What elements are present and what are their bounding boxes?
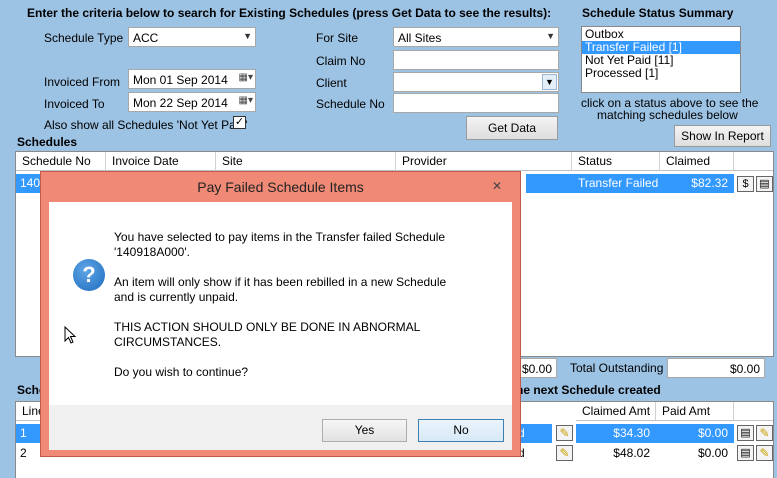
total-outstanding-value: $0.00 — [667, 358, 765, 378]
col-site[interactable]: Site — [216, 152, 396, 171]
chevron-down-icon[interactable]: ▼ — [542, 74, 557, 90]
schedule-type-label: Schedule Type — [44, 31, 124, 45]
claim-no-input[interactable] — [393, 50, 559, 70]
total-outstanding-label: Total Outstanding — [570, 361, 664, 375]
col-status[interactable]: Status — [572, 152, 660, 171]
dialog-message-line2: '140918A000'. — [114, 245, 190, 259]
line-row-2-claimed[interactable]: $48.02 — [576, 444, 656, 463]
chevron-down-icon: ▼ — [546, 31, 555, 41]
invoiced-to-label: Invoiced To — [44, 97, 105, 111]
print-icon[interactable]: ▤ — [756, 176, 773, 192]
dialog-message-line5: THIS ACTION SHOULD ONLY BE DONE IN ABNOR… — [114, 320, 421, 334]
schedule-row-claimed[interactable]: $82.32 — [660, 174, 734, 193]
col-provider[interactable]: Provider — [396, 152, 572, 171]
status-listbox[interactable]: Outbox Transfer Failed [1] Not Yet Paid … — [581, 26, 741, 93]
invoiced-from-label: Invoiced From — [44, 75, 121, 89]
for-site-select[interactable]: All Sites ▼ — [393, 27, 559, 47]
calendar-icon[interactable]: ▦▾ — [239, 72, 253, 83]
invoiced-from-date[interactable]: Mon 01 Sep 2014 ▦▾ — [128, 69, 256, 89]
col-actions — [734, 152, 773, 171]
not-yet-paid-checkbox[interactable]: ✓ — [233, 116, 246, 129]
col-line-actions — [734, 402, 773, 421]
for-site-value: All Sites — [398, 31, 442, 45]
line-row-2-paid[interactable]: $0.00 — [656, 444, 734, 463]
invoiced-from-value: Mon 01 Sep 2014 — [133, 73, 228, 87]
col-schedule-no[interactable]: Schedule No — [16, 152, 106, 171]
schedule-type-value: ACC — [133, 31, 159, 45]
client-label: Client — [316, 76, 347, 90]
invoiced-to-date[interactable]: Mon 22 Sep 2014 ▦▾ — [128, 92, 256, 112]
not-yet-paid-label: Also show all Schedules 'Not Yet Paid' — [44, 118, 248, 132]
schedule-no-input[interactable] — [393, 93, 559, 113]
claim-no-label: Claim No — [316, 54, 366, 68]
search-heading: Enter the criteria below to search for E… — [27, 6, 552, 20]
dialog-message-line1: You have selected to pay items in the Tr… — [114, 230, 446, 244]
status-item-processed[interactable]: Processed [1] — [582, 67, 740, 80]
no-button[interactable]: No — [418, 419, 504, 442]
schedule-no-label: Schedule No — [316, 97, 385, 111]
question-icon: ? — [73, 259, 105, 291]
schedule-type-select[interactable]: ACC ▼ — [128, 27, 256, 47]
edit-pencil-icon[interactable]: ✎ — [556, 425, 573, 441]
mouse-cursor-icon — [64, 326, 76, 344]
invoiced-to-value: Mon 22 Sep 2014 — [133, 96, 228, 110]
status-summary-heading: Schedule Status Summary — [582, 6, 734, 20]
line-row-1-claimed[interactable]: $34.30 — [576, 424, 656, 443]
dialog-message-line7: Do you wish to continue? — [114, 365, 249, 379]
dialog-message-line4: and is currently unpaid. — [114, 290, 239, 304]
pay-dollar-icon[interactable]: $ — [737, 176, 754, 192]
dialog-message-line6: CIRCUMSTANCES. — [114, 335, 222, 349]
document-icon[interactable]: ▤ — [737, 445, 754, 461]
client-select[interactable]: ▼ — [393, 72, 559, 92]
status-hint-line2: matching schedules below — [597, 108, 738, 122]
show-in-report-button[interactable]: Show In Report — [674, 125, 771, 147]
schedule-row-provider-tail[interactable] — [526, 174, 572, 193]
yes-button[interactable]: Yes — [322, 419, 407, 442]
dialog-message-line3: An item will only show if it has been re… — [114, 275, 447, 289]
line-row-1-paid[interactable]: $0.00 — [656, 424, 734, 443]
schedules-heading: Schedules — [17, 135, 78, 149]
col-claimed-amt[interactable]: Claimed Amt — [576, 402, 656, 421]
document-icon[interactable]: ▤ — [737, 425, 754, 441]
dialog-body: ? You have selected to pay items in the … — [49, 202, 512, 450]
col-paid-amt[interactable]: Paid Amt — [656, 402, 734, 421]
close-icon[interactable]: ✕ — [484, 177, 510, 195]
get-data-button[interactable]: Get Data — [466, 116, 558, 140]
col-invoice-date[interactable]: Invoice Date — [106, 152, 216, 171]
col-claimed[interactable]: Claimed — [660, 152, 734, 171]
dialog-title: Pay Failed Schedule Items — [197, 179, 364, 195]
dialog-footer: Yes No — [49, 405, 512, 450]
for-site-label: For Site — [316, 31, 359, 45]
schedule-row-status[interactable]: Transfer Failed — [572, 174, 660, 193]
edit-pencil-icon[interactable]: ✎ — [556, 445, 573, 461]
calendar-icon[interactable]: ▦▾ — [239, 95, 253, 106]
edit-pencil-icon[interactable]: ✎ — [756, 445, 773, 461]
chevron-down-icon: ▼ — [243, 31, 252, 41]
schedule-row-no[interactable]: 1409 — [16, 174, 41, 193]
pay-failed-dialog: Pay Failed Schedule Items ✕ ? You have s… — [40, 171, 521, 457]
lines-heading-right: he next Schedule created — [516, 383, 661, 397]
edit-pencil-icon[interactable]: ✎ — [756, 425, 773, 441]
